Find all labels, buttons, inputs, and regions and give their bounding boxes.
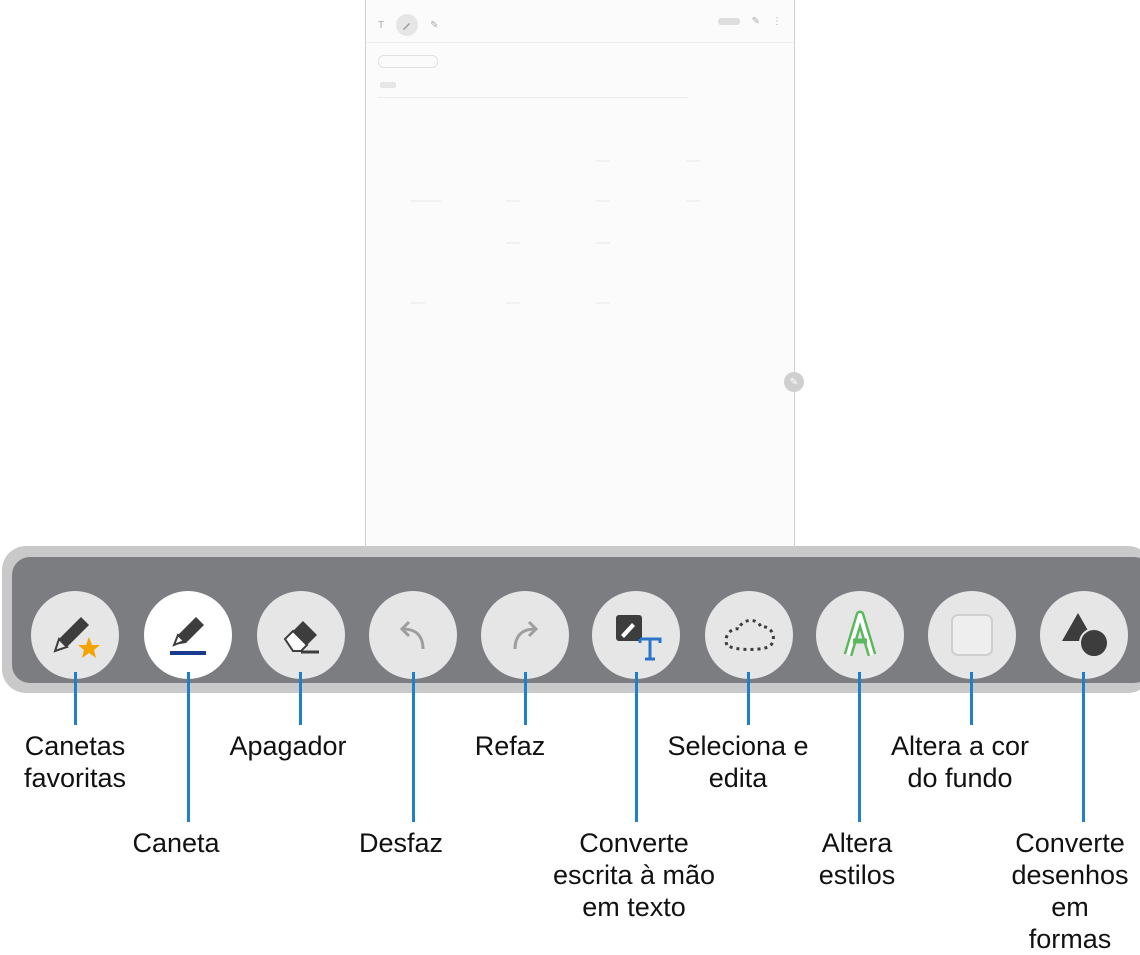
- callout-line: [524, 672, 527, 725]
- callout-line: [74, 672, 77, 725]
- title-underline: [378, 97, 688, 98]
- faint-mark: [596, 200, 610, 202]
- pin-icon[interactable]: ✎: [752, 16, 760, 27]
- redo-icon: [513, 620, 539, 650]
- label-handwriting-to-text: Converte escrita à mão em texto: [552, 828, 716, 922]
- category-chip[interactable]: [378, 55, 438, 68]
- faint-mark: [596, 160, 610, 162]
- select-edit-button[interactable]: [705, 591, 793, 679]
- phone-screen: T ✎ ✎ ⋮ ✎: [365, 0, 804, 560]
- callout-line: [299, 672, 302, 725]
- label-styles: Altera estilos: [818, 828, 896, 890]
- callout-line: [412, 672, 415, 822]
- callout-line: [635, 672, 638, 822]
- favorite-pens-button[interactable]: [31, 591, 119, 679]
- pen-button[interactable]: [144, 591, 232, 679]
- label-pen: Caneta: [132, 828, 220, 858]
- faint-mark: [686, 160, 700, 162]
- text-mode-icon[interactable]: T: [378, 20, 384, 31]
- callout-line: [187, 672, 190, 822]
- faint-mark: [506, 302, 520, 304]
- undo-icon: [399, 620, 425, 650]
- shapes-button[interactable]: [1040, 591, 1128, 679]
- label-eraser: Apagador: [229, 731, 347, 761]
- title-placeholder[interactable]: [380, 82, 396, 88]
- faint-mark: [411, 200, 441, 202]
- note-actions: ✎ ⋮: [717, 16, 782, 27]
- more-options-icon[interactable]: ⋮: [772, 16, 782, 27]
- eraser-button[interactable]: [257, 591, 345, 679]
- background-square-icon: [951, 614, 993, 656]
- callout-line: [970, 672, 973, 725]
- faint-mark: [596, 242, 610, 244]
- brush-mode-icon[interactable]: ✎: [430, 20, 438, 31]
- label-select-edit: Seleciona e edita: [667, 731, 809, 793]
- pen-mode-icon[interactable]: [396, 14, 419, 36]
- background-color-button[interactable]: [928, 591, 1016, 679]
- note-mode-switcher: T ✎: [378, 14, 439, 36]
- label-undo: Desfaz: [358, 828, 444, 858]
- label-background-color: Altera a cor do fundo: [890, 731, 1030, 793]
- pen-fab-button[interactable]: ✎: [784, 372, 804, 392]
- top-divider: [366, 42, 794, 43]
- faint-mark: [411, 302, 425, 304]
- faint-mark: [506, 242, 520, 244]
- faint-mark: [596, 302, 610, 304]
- undo-button[interactable]: [369, 591, 457, 679]
- lasso-select-icon: [724, 619, 775, 651]
- faint-mark: [686, 200, 700, 202]
- label-shapes: Converte desenhos em formas: [1011, 828, 1129, 954]
- style-letter-icon: [843, 610, 877, 657]
- redo-button[interactable]: [481, 591, 569, 679]
- label-redo: Refaz: [474, 731, 546, 761]
- styles-button[interactable]: [816, 591, 904, 679]
- callout-line: [858, 672, 861, 822]
- fountain-pen-icon: [170, 617, 206, 655]
- shapes-icon: [1062, 613, 1109, 658]
- pen-star-icon: [53, 617, 100, 658]
- eraser-icon: [283, 621, 319, 654]
- faint-mark: [506, 200, 520, 202]
- label-favorite-pens: Canetas favoritas: [23, 731, 127, 793]
- callout-line: [1082, 672, 1085, 822]
- callout-line: [747, 672, 750, 725]
- note-top-bar: T ✎ ✎ ⋮: [366, 10, 794, 38]
- handwriting-to-text-icon: [616, 615, 662, 661]
- handwriting-to-text-button[interactable]: [592, 591, 680, 679]
- save-button[interactable]: [717, 18, 740, 25]
